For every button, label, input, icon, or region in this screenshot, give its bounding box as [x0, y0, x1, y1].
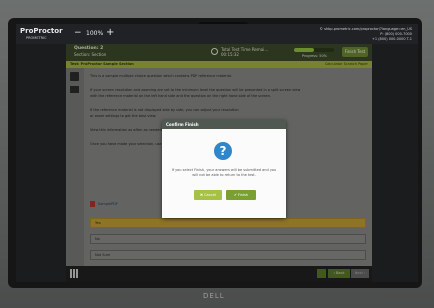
- screen: ProProctor PROMETRIC − 100% + © shbp.pro…: [16, 24, 418, 282]
- dialog-message: If you select Finish, your answers will …: [171, 168, 277, 177]
- contact-line: +1 (800) 000-0000 T-1: [371, 37, 412, 41]
- confirm-finish-dialog: Confirm Finish ? If you select Finish, y…: [162, 120, 286, 218]
- confirm-finish-button[interactable]: ✔ Finish: [226, 190, 256, 200]
- app-logo-sub: PROMETRIC: [26, 36, 47, 40]
- zoom-out-button[interactable]: −: [74, 28, 82, 38]
- cancel-button[interactable]: ✖ Cancel: [194, 190, 222, 200]
- app-bar: ProProctor PROMETRIC − 100% + © shbp.pro…: [16, 24, 418, 44]
- zoom-in-button[interactable]: +: [106, 27, 114, 38]
- zoom-level: 100%: [86, 30, 104, 37]
- laptop-frame: DELL ProProctor PROMETRIC − 100% + © shb…: [0, 0, 434, 308]
- contact-info: © shbp.prometric.com/proproctor/?languag…: [320, 27, 412, 42]
- app-logo: ProProctor: [20, 27, 63, 35]
- dialog-title: Confirm Finish: [162, 120, 286, 129]
- laptop-brand: DELL: [203, 292, 225, 300]
- question-mark-icon: ?: [214, 142, 232, 160]
